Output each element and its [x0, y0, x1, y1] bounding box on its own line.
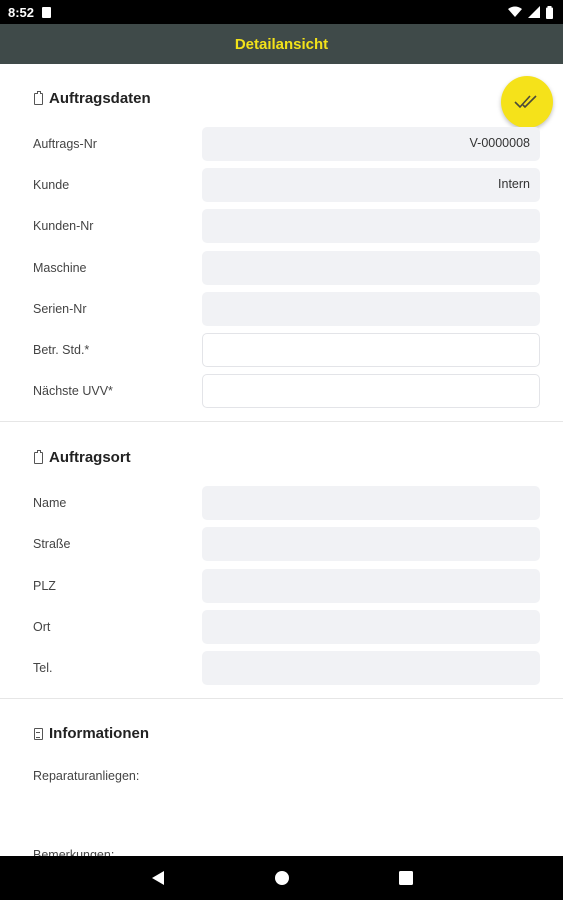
- field-label: Nächste UVV*: [33, 384, 113, 398]
- field-label: Ort: [33, 620, 51, 634]
- field-label: Name: [33, 496, 67, 510]
- field-row-customer: Kunde Intern: [0, 168, 563, 204]
- field-row-city: Ort: [0, 610, 563, 646]
- field-row-customer-number: Kunden-Nr: [0, 209, 563, 245]
- navigation-bar: [0, 856, 563, 900]
- field-row-street: Straße: [0, 527, 563, 563]
- section-header-order-data: Auftragsdaten: [34, 90, 151, 107]
- clipboard-icon: [34, 90, 43, 105]
- field-label: Serien-Nr: [33, 302, 87, 316]
- field-row-order-number: Auftrags-Nr V-0000008: [0, 127, 563, 163]
- field-label: Kunden-Nr: [33, 219, 94, 233]
- name-field: [202, 486, 540, 520]
- next-inspection-input[interactable]: [202, 374, 540, 408]
- back-triangle-icon: [151, 871, 164, 885]
- field-row-serial-number: Serien-Nr: [0, 292, 563, 328]
- field-label: Kunde: [33, 178, 70, 192]
- section-divider: [0, 698, 563, 699]
- repair-request-label: Reparaturanliegen:: [33, 769, 140, 783]
- field-label: Maschine: [33, 261, 87, 275]
- recents-square-icon: [398, 871, 413, 885]
- section-divider: [0, 421, 563, 422]
- customer-number-field: [202, 209, 540, 243]
- field-row-machine: Maschine: [0, 251, 563, 287]
- field-label: Betr. Std.*: [33, 343, 90, 357]
- section-title: Auftragsort: [49, 449, 131, 466]
- order-number-field: V-0000008: [202, 127, 540, 161]
- status-bar: 8:52: [0, 0, 563, 24]
- signal-icon: [528, 6, 540, 18]
- operating-hours-input[interactable]: [202, 333, 540, 367]
- field-label: Tel.: [33, 661, 53, 675]
- section-title: Auftragsdaten: [49, 90, 151, 107]
- field-label: Straße: [33, 537, 71, 551]
- field-label: PLZ: [33, 579, 56, 593]
- field-row-phone: Tel.: [0, 651, 563, 687]
- sd-card-icon: [42, 6, 52, 18]
- city-field: [202, 610, 540, 644]
- status-time: 8:52: [8, 4, 35, 20]
- clipboard-icon: [34, 449, 43, 464]
- field-row-next-inspection: Nächste UVV*: [0, 374, 563, 410]
- back-button[interactable]: [146, 866, 170, 890]
- serial-number-field: [202, 292, 540, 326]
- home-button[interactable]: [270, 866, 294, 890]
- field-row-zip: PLZ: [0, 569, 563, 605]
- field-label: Auftrags-Nr: [33, 137, 97, 151]
- field-row-name: Name: [0, 486, 563, 522]
- street-field: [202, 527, 540, 561]
- document-icon: [34, 727, 43, 740]
- section-header-order-location: Auftragsort: [34, 449, 131, 466]
- phone-field: [202, 651, 540, 685]
- customer-field: Intern: [202, 168, 540, 202]
- detail-content[interactable]: Auftragsdaten Auftrags-Nr V-0000008 Kund…: [0, 64, 563, 856]
- battery-icon: [546, 5, 553, 19]
- section-header-information: Informationen: [34, 725, 149, 742]
- app-bar: Detailansicht: [0, 24, 563, 64]
- confirm-button[interactable]: [501, 76, 553, 128]
- recents-button[interactable]: [394, 866, 418, 890]
- wifi-icon: [508, 6, 522, 17]
- field-row-operating-hours: Betr. Std.*: [0, 333, 563, 369]
- page-title: Detailansicht: [234, 35, 329, 53]
- section-title: Informationen: [49, 725, 149, 742]
- double-check-icon: [514, 95, 537, 109]
- remarks-label: Bemerkungen:: [33, 848, 115, 856]
- machine-field: [202, 251, 540, 285]
- home-circle-icon: [274, 871, 289, 885]
- zip-field: [202, 569, 540, 603]
